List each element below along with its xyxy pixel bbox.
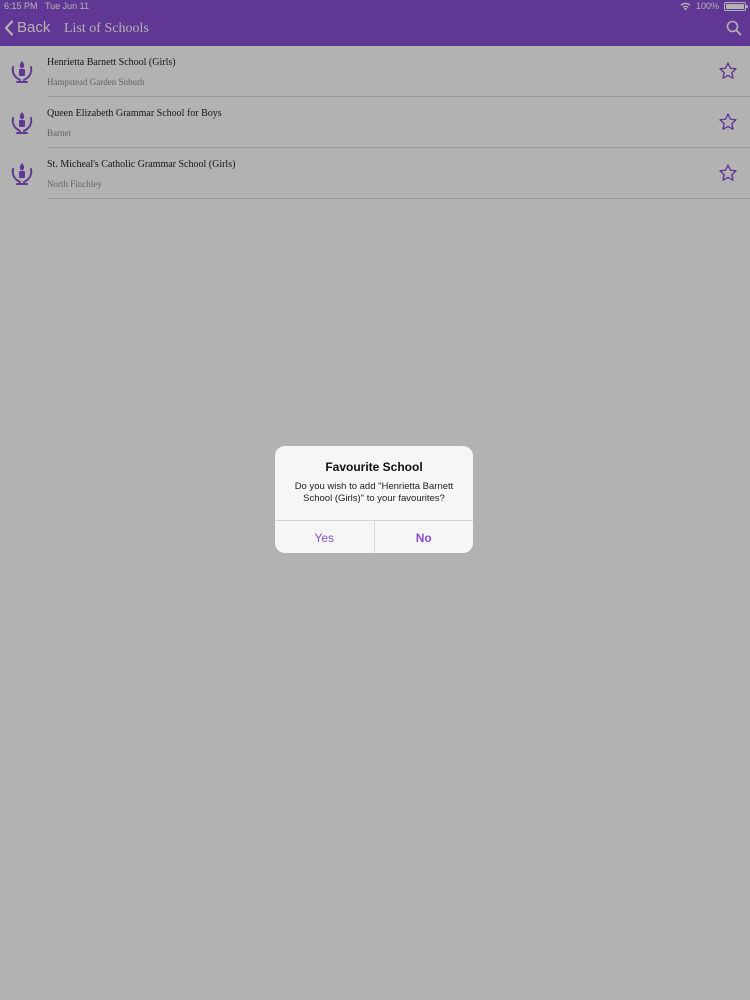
favourite-alert-dialog: Favourite School Do you wish to add "Hen… xyxy=(275,446,473,553)
yes-button[interactable]: Yes xyxy=(275,521,375,553)
alert-button-row: Yes No xyxy=(275,520,473,553)
no-button[interactable]: No xyxy=(375,521,474,553)
alert-title: Favourite School xyxy=(325,460,423,474)
screen: 6:15 PM Tue Jun 11 100% Back List of Sch… xyxy=(0,0,750,1000)
alert-message: Do you wish to add "Henrietta Barnett Sc… xyxy=(294,481,454,504)
